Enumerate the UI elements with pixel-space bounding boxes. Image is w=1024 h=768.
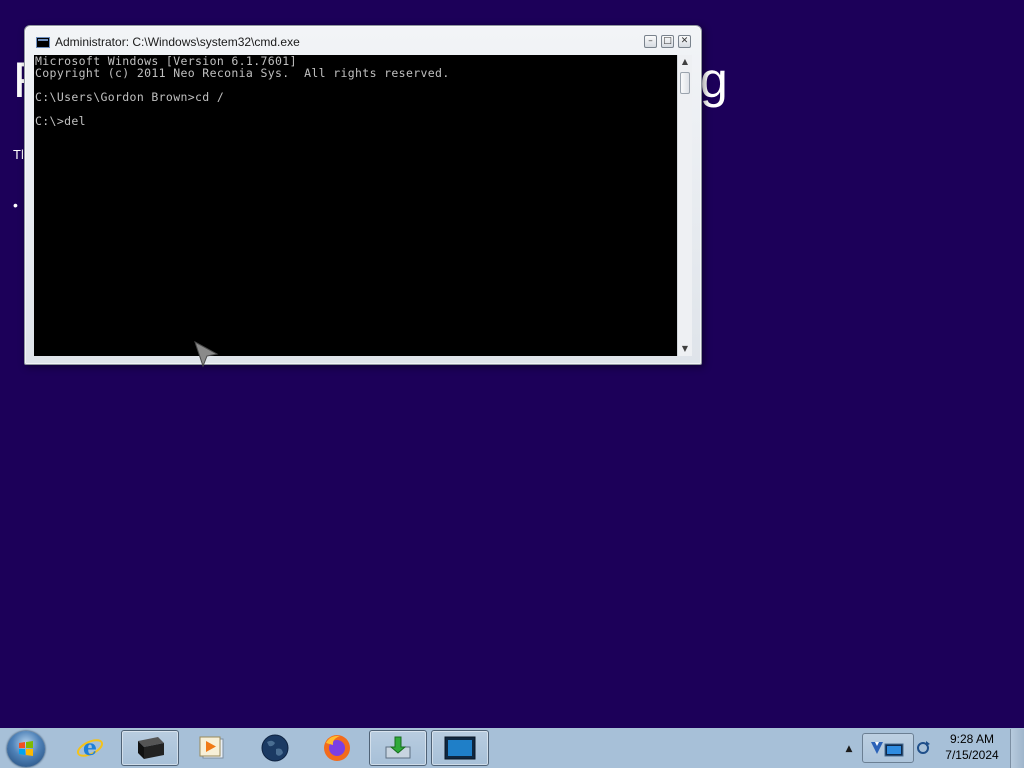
install-icon [385, 736, 411, 759]
taskbar-terminal[interactable] [121, 730, 179, 766]
taskbar-globe[interactable] [246, 730, 304, 766]
refresh-icon[interactable] [915, 740, 931, 756]
maximize-button[interactable]: □ [661, 35, 674, 48]
clock-time: 9:28 AM [949, 732, 995, 746]
start-button[interactable] [7, 731, 45, 767]
vertical-scrollbar[interactable]: ▲ ▼ [677, 55, 692, 356]
close-button[interactable]: ✕ [678, 35, 691, 48]
cmd-titlebar[interactable]: Administrator: C:\Windows\system32\cmd.e… [25, 26, 701, 56]
media-player-icon [199, 736, 224, 759]
cmd-window-icon[interactable] [36, 37, 50, 48]
taskbar-clock[interactable]: 9:28 AM 7/15/2024 [937, 731, 1007, 767]
taskbar-media-player[interactable] [183, 730, 241, 766]
scroll-thumb[interactable] [680, 72, 690, 94]
scroll-down-button[interactable]: ▼ [679, 342, 691, 356]
console-prompt-line[interactable]: C:\>del [35, 115, 86, 127]
show-hidden-icons-button[interactable]: ▲ [842, 742, 856, 756]
tray-network[interactable] [862, 733, 914, 763]
background-bullet: • [13, 197, 18, 213]
terminal-icon [138, 737, 164, 759]
background-paragraph: Tl [13, 147, 24, 162]
background-heading-right: g [700, 52, 728, 108]
firefox-icon [324, 735, 350, 761]
mouse-pointer-icon [194, 340, 219, 368]
windows-logo-icon [19, 741, 33, 756]
show-desktop-button[interactable] [1010, 729, 1024, 768]
globe-icon [261, 734, 289, 762]
cmd-window-title: Administrator: C:\Windows\system32\cmd.e… [55, 35, 300, 49]
taskbar-firefox[interactable] [308, 730, 366, 766]
taskbar-installer[interactable] [369, 730, 427, 766]
network-icon [871, 742, 904, 757]
cmd-window[interactable]: Administrator: C:\Windows\system32\cmd.e… [24, 25, 702, 365]
svg-text:e: e [83, 735, 97, 761]
scroll-up-button[interactable]: ▲ [679, 55, 691, 69]
minimize-button[interactable]: – [644, 35, 657, 48]
console-line: Copyright (c) 2011 Neo Reconia Sys. All … [35, 66, 450, 80]
monitor-icon [444, 736, 476, 760]
taskbar-cmd[interactable] [431, 730, 489, 766]
console-line: C:\Users\Gordon Brown>cd / [35, 90, 225, 104]
clock-date: 7/15/2024 [945, 748, 999, 762]
ie-icon: e [76, 735, 104, 761]
taskbar-internet-explorer[interactable]: e [61, 730, 119, 766]
console-output[interactable]: Microsoft Windows [Version 6.1.7601] Cop… [34, 55, 677, 356]
